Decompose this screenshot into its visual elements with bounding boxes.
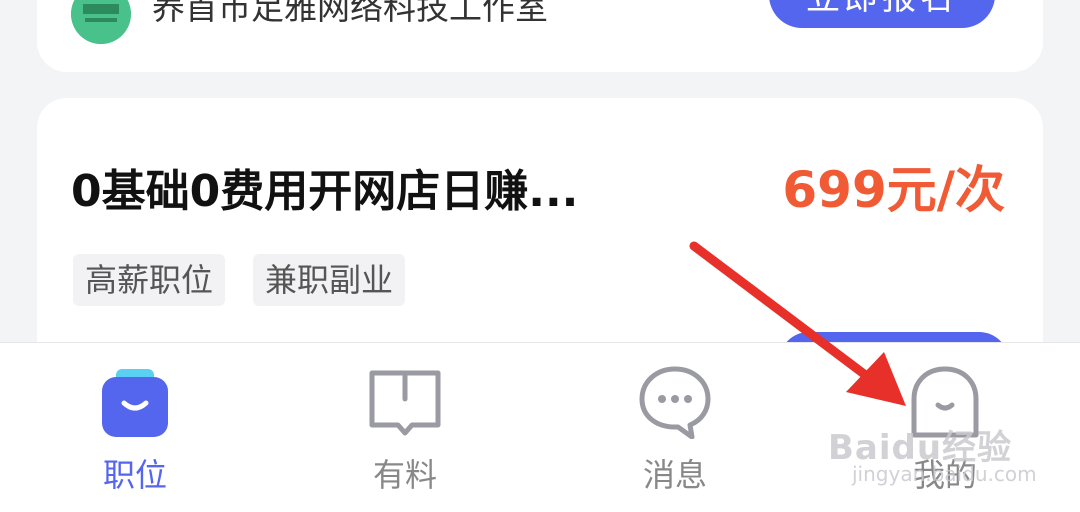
tab-jobs[interactable]: 职位	[35, 343, 235, 512]
tab-messages[interactable]: 消息	[575, 343, 775, 512]
company-name: 养首市足雅网络科技工作室	[152, 0, 548, 27]
tab-label: 消息	[642, 456, 707, 494]
job-salary: 699元/次	[782, 161, 1005, 219]
signup-button[interactable]: 立即报名	[769, 0, 995, 28]
company-card: 养首市足雅网络科技工作室 立即报名	[37, 0, 1043, 72]
tab-content[interactable]: 有料	[305, 343, 505, 512]
tab-label: 有料	[372, 456, 437, 494]
job-tag: 高薪职位	[73, 254, 226, 306]
company-logo	[71, 0, 131, 44]
briefcase-icon	[98, 365, 172, 439]
watermark-url: jingyan.baidu.com	[852, 462, 1037, 486]
job-tag: 兼职副业	[253, 254, 406, 306]
job-title[interactable]: 0基础0费用开网店日赚...	[71, 166, 578, 218]
book-icon	[368, 365, 442, 439]
chat-bubble-icon	[638, 365, 712, 440]
tab-label: 职位	[102, 456, 167, 494]
